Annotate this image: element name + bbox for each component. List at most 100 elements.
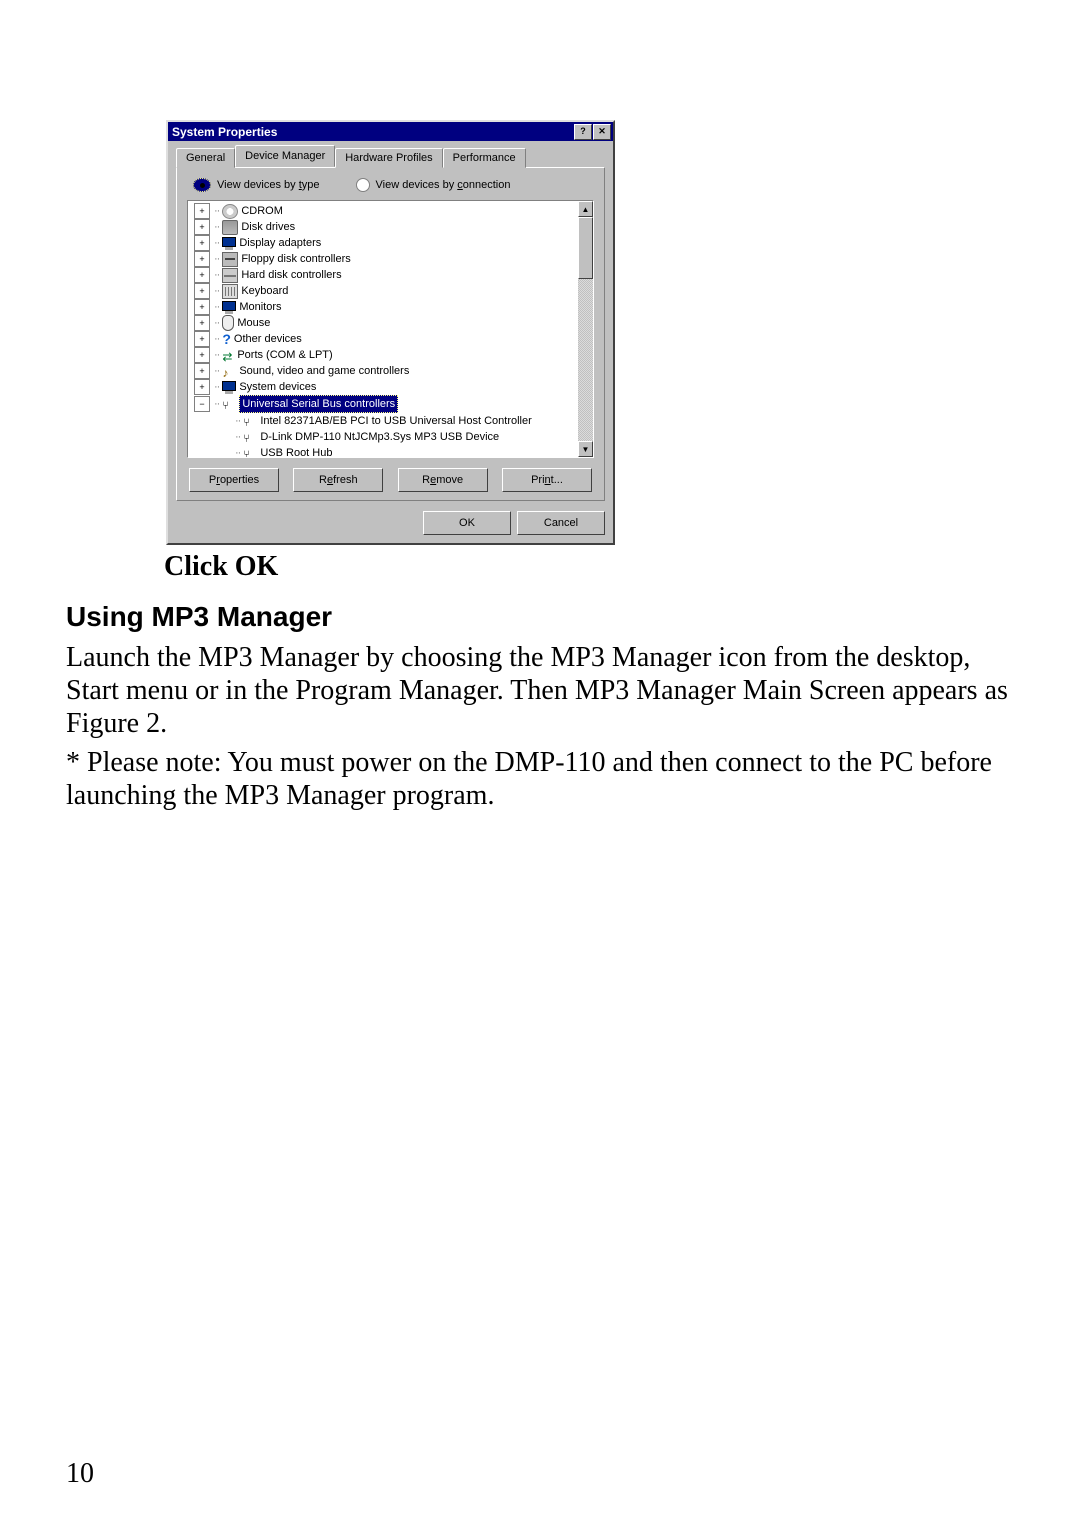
cancel-button[interactable]: Cancel [517,511,605,535]
tree-line-icon: ·· [214,379,219,395]
tree-node-label: Floppy disk controllers [241,251,350,267]
tree-node[interactable]: +··Keyboard [190,283,578,299]
tree-node-label: CDROM [241,203,283,219]
tree-node[interactable]: +·· System devices [190,379,578,395]
print-button[interactable]: Print... [502,468,592,492]
tree-line-icon: ·· [235,445,240,457]
usb-icon: ⑂ [243,431,257,444]
usb-icon: ⑂ [222,398,236,411]
tree-node[interactable]: +··?Other devices [190,331,578,347]
tree-node[interactable]: −··⑂Universal Serial Bus controllers [190,395,578,413]
expand-icon[interactable]: + [194,299,210,315]
tree-line-icon: ·· [214,363,219,379]
scrollbar-vertical[interactable]: ▲ ▼ [578,201,593,457]
device-tree-container: +··CDROM+··Disk drives+··Display adapter… [187,200,594,458]
scroll-thumb[interactable] [578,217,593,279]
tree-line-icon: ·· [214,315,219,331]
radio-type-post: ype [302,179,320,191]
expand-icon[interactable]: + [194,251,210,267]
tab-device-manager[interactable]: Device Manager [235,145,335,167]
tree-node-label: USB Root Hub [260,445,332,457]
disk-icon [222,220,238,235]
scroll-up-icon[interactable]: ▲ [578,201,593,217]
section-heading: Using MP3 Manager [66,601,1014,633]
expand-icon[interactable]: + [194,283,210,299]
hdc-icon [222,268,238,283]
device-buttons: Properties Refresh Remove Print... [189,468,592,492]
tab-body: View devices by type View devices by con… [176,167,605,501]
radio-view-by-connection[interactable]: View devices by connection [356,178,511,192]
scroll-track[interactable] [578,217,593,441]
tree-node-label: Sound, video and game controllers [239,363,409,379]
help-button[interactable]: ? [574,124,592,140]
tab-hardware-profiles[interactable]: Hardware Profiles [335,148,442,168]
kbd-icon [222,284,238,299]
tree-node[interactable]: +·· Hard disk controllers [190,267,578,283]
tree-node-label: Display adapters [239,235,321,251]
tree-node-label: D-Link DMP-110 NtJCMp3.Sys MP3 USB Devic… [260,429,499,445]
port-icon: ⇄ [222,349,234,362]
tree-node[interactable]: +·· Display adapters [190,235,578,251]
tree-node-label: Intel 82371AB/EB PCI to USB Universal Ho… [260,413,531,429]
tab-general[interactable]: General [176,148,235,168]
tree-line-icon: ·· [235,429,240,445]
ok-button[interactable]: OK [423,511,511,535]
expand-icon[interactable]: + [194,267,210,283]
titlebar[interactable]: System Properties ? ✕ [168,122,613,141]
tree-node-label: Monitors [239,299,281,315]
window-title: System Properties [172,125,277,139]
refresh-button[interactable]: Refresh [293,468,383,492]
radio-view-by-type[interactable]: View devices by type [193,178,320,192]
expand-icon[interactable]: + [194,347,210,363]
remove-button[interactable]: Remove [398,468,488,492]
figure-caption: Click OK [164,551,1014,583]
tree-node[interactable]: +··♪Sound, video and game controllers [190,363,578,379]
tree-child-node[interactable]: ··⑂D-Link DMP-110 NtJCMp3.Sys MP3 USB De… [190,429,578,445]
expand-icon[interactable]: + [194,219,210,235]
view-mode-radios: View devices by type View devices by con… [193,178,594,192]
tree-node-label: Universal Serial Bus controllers [239,395,398,413]
mon-icon [222,301,236,314]
tree-line-icon: ·· [214,219,219,235]
tree-node-label: Mouse [237,315,270,331]
tree-line-icon: ·· [235,413,240,429]
tabs: General Device Manager Hardware Profiles… [176,147,605,167]
tree-line-icon: ·· [214,283,219,299]
scroll-down-icon[interactable]: ▼ [578,441,593,457]
radio-dot-icon [356,178,370,192]
tree-node[interactable]: +·· Disk drives [190,219,578,235]
tree-line-icon: ·· [214,267,219,283]
mon-icon [222,237,236,250]
tab-performance[interactable]: Performance [443,148,526,168]
properties-button[interactable]: Properties [189,468,279,492]
close-button[interactable]: ✕ [593,124,611,140]
expand-icon[interactable]: + [194,315,210,331]
tree-line-icon: ·· [214,251,219,267]
expand-icon[interactable]: + [194,363,210,379]
tree-node[interactable]: +·· Floppy disk controllers [190,251,578,267]
fdc-icon [222,252,238,267]
expand-icon[interactable]: + [194,331,210,347]
radio-conn-post: onnection [463,179,511,191]
tree-line-icon: ·· [214,299,219,315]
tree-node-label: Disk drives [241,219,295,235]
tree-node[interactable]: +··CDROM [190,203,578,219]
collapse-icon[interactable]: − [194,396,210,412]
tree-child-node[interactable]: ··⑂USB Root Hub [190,445,578,457]
tree-node-label: Hard disk controllers [241,267,341,283]
expand-icon[interactable]: + [194,235,210,251]
tree-line-icon: ·· [214,235,219,251]
paragraph-2: * Please note: You must power on the DMP… [66,746,1014,812]
q-icon: ? [222,333,231,346]
tree-node[interactable]: +·· Monitors [190,299,578,315]
expand-icon[interactable]: + [194,379,210,395]
tree-child-node[interactable]: ··⑂Intel 82371AB/EB PCI to USB Universal… [190,413,578,429]
tree-node-label: System devices [239,379,316,395]
expand-icon[interactable]: + [194,203,210,219]
tree-node-label: Ports (COM & LPT) [237,347,332,363]
tree-node[interactable]: +··⇄Ports (COM & LPT) [190,347,578,363]
device-tree[interactable]: +··CDROM+··Disk drives+··Display adapter… [188,201,578,457]
tree-node[interactable]: +·· Mouse [190,315,578,331]
mouse-icon [222,315,234,331]
radio-dot-selected-icon [193,178,211,192]
